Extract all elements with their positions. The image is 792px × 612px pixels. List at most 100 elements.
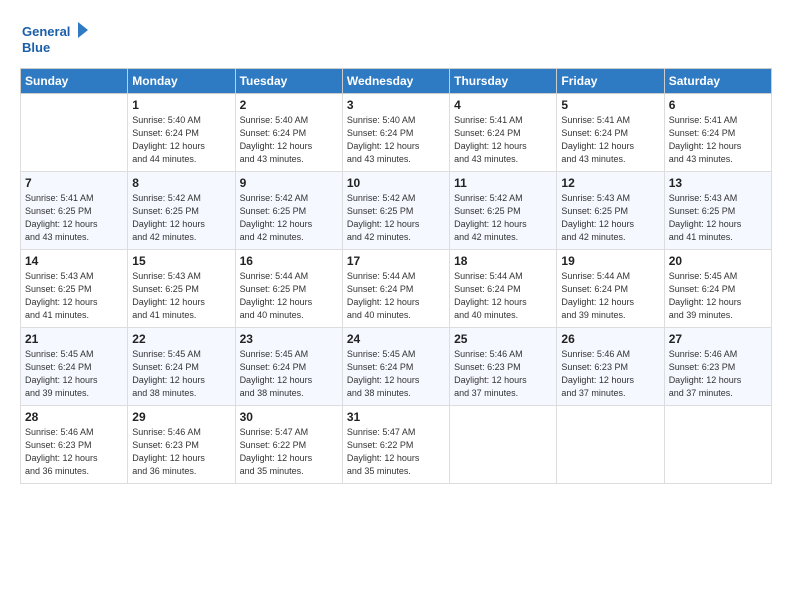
day-number: 4 [454,98,552,112]
day-info: Sunrise: 5:46 AM Sunset: 6:23 PM Dayligh… [132,426,230,478]
calendar-cell: 31Sunrise: 5:47 AM Sunset: 6:22 PM Dayli… [342,406,449,484]
calendar-cell: 23Sunrise: 5:45 AM Sunset: 6:24 PM Dayli… [235,328,342,406]
weekday-header: Monday [128,69,235,94]
day-info: Sunrise: 5:41 AM Sunset: 6:25 PM Dayligh… [25,192,123,244]
calendar-cell: 11Sunrise: 5:42 AM Sunset: 6:25 PM Dayli… [450,172,557,250]
svg-text:Blue: Blue [22,40,50,55]
weekday-header: Tuesday [235,69,342,94]
weekday-header: Friday [557,69,664,94]
day-number: 18 [454,254,552,268]
calendar-cell [21,94,128,172]
day-number: 16 [240,254,338,268]
weekday-header: Wednesday [342,69,449,94]
day-info: Sunrise: 5:47 AM Sunset: 6:22 PM Dayligh… [347,426,445,478]
day-info: Sunrise: 5:41 AM Sunset: 6:24 PM Dayligh… [669,114,767,166]
day-number: 2 [240,98,338,112]
weekday-header: Thursday [450,69,557,94]
day-info: Sunrise: 5:44 AM Sunset: 6:24 PM Dayligh… [561,270,659,322]
calendar-cell: 18 Sunrise: 5:44 AM Sunset: 6:24 PM Dayli… [450,250,557,328]
day-info: Sunrise: 5:46 AM Sunset: 6:23 PM Dayligh… [669,348,767,400]
day-info: Sunrise: 5:45 AM Sunset: 6:24 PM Dayligh… [669,270,767,322]
calendar-cell: 9 Sunrise: 5:42 AM Sunset: 6:25 PM Daylig… [235,172,342,250]
day-number: 29 [132,410,230,424]
day-info: Sunrise: 5:40 AM Sunset: 6:24 PM Dayligh… [347,114,445,166]
calendar-cell: 10 Sunrise: 5:42 AM Sunset: 6:25 PM Dayli… [342,172,449,250]
calendar-week-row: 14 Sunrise: 5:43 AM Sunset: 6:25 PM Dayli… [21,250,772,328]
calendar-cell: 24 Sunrise: 5:45 AM Sunset: 6:24 PM Dayli… [342,328,449,406]
day-number: 17 [347,254,445,268]
day-number: 19 [561,254,659,268]
calendar-cell: 2 Sunrise: 5:40 AM Sunset: 6:24 PM Daylig… [235,94,342,172]
calendar-cell: 20 Sunrise: 5:45 AM Sunset: 6:24 PM Dayli… [664,250,771,328]
day-number: 20 [669,254,767,268]
day-info: Sunrise: 5:42 AM Sunset: 6:25 PM Dayligh… [454,192,552,244]
day-number: 15 [132,254,230,268]
day-info: Sunrise: 5:41 AM Sunset: 6:24 PM Dayligh… [454,114,552,166]
calendar-cell [450,406,557,484]
day-number: 22 [132,332,230,346]
calendar-table: SundayMondayTuesdayWednesdayThursdayFrid… [20,68,772,484]
day-info: Sunrise: 5:43 AM Sunset: 6:25 PM Dayligh… [561,192,659,244]
weekday-header: Sunday [21,69,128,94]
calendar-cell: 12 Sunrise: 5:43 AM Sunset: 6:25 PM Dayli… [557,172,664,250]
calendar-header-row: SundayMondayTuesdayWednesdayThursdayFrid… [21,69,772,94]
day-info: Sunrise: 5:40 AM Sunset: 6:24 PM Dayligh… [240,114,338,166]
calendar-cell: 26Sunrise: 5:46 AM Sunset: 6:23 PM Dayli… [557,328,664,406]
day-number: 21 [25,332,123,346]
day-number: 23 [240,332,338,346]
day-number: 8 [132,176,230,190]
svg-text:General: General [22,24,70,39]
day-info: Sunrise: 5:42 AM Sunset: 6:25 PM Dayligh… [132,192,230,244]
calendar-cell: 7 Sunrise: 5:41 AM Sunset: 6:25 PM Daylig… [21,172,128,250]
calendar-cell: 1 Sunrise: 5:40 AM Sunset: 6:24 PM Daylig… [128,94,235,172]
day-info: Sunrise: 5:45 AM Sunset: 6:24 PM Dayligh… [132,348,230,400]
day-info: Sunrise: 5:43 AM Sunset: 6:25 PM Dayligh… [132,270,230,322]
calendar-cell: 6 Sunrise: 5:41 AM Sunset: 6:24 PM Daylig… [664,94,771,172]
day-number: 7 [25,176,123,190]
day-info: Sunrise: 5:47 AM Sunset: 6:22 PM Dayligh… [240,426,338,478]
calendar-cell: 13 Sunrise: 5:43 AM Sunset: 6:25 PM Dayli… [664,172,771,250]
calendar-cell: 8 Sunrise: 5:42 AM Sunset: 6:25 PM Daylig… [128,172,235,250]
day-info: Sunrise: 5:42 AM Sunset: 6:25 PM Dayligh… [240,192,338,244]
calendar-cell: 22 Sunrise: 5:45 AM Sunset: 6:24 PM Dayli… [128,328,235,406]
calendar-cell: 30 Sunrise: 5:47 AM Sunset: 6:22 PM Dayli… [235,406,342,484]
calendar-cell: 14 Sunrise: 5:43 AM Sunset: 6:25 PM Dayli… [21,250,128,328]
weekday-header: Saturday [664,69,771,94]
calendar-week-row: 7 Sunrise: 5:41 AM Sunset: 6:25 PM Daylig… [21,172,772,250]
day-info: Sunrise: 5:45 AM Sunset: 6:24 PM Dayligh… [347,348,445,400]
day-number: 27 [669,332,767,346]
calendar-week-row: 28 Sunrise: 5:46 AM Sunset: 6:23 PM Dayli… [21,406,772,484]
day-number: 13 [669,176,767,190]
calendar-cell: 5Sunrise: 5:41 AM Sunset: 6:24 PM Daylig… [557,94,664,172]
day-number: 12 [561,176,659,190]
day-info: Sunrise: 5:42 AM Sunset: 6:25 PM Dayligh… [347,192,445,244]
day-info: Sunrise: 5:44 AM Sunset: 6:24 PM Dayligh… [347,270,445,322]
calendar-week-row: 1 Sunrise: 5:40 AM Sunset: 6:24 PM Daylig… [21,94,772,172]
calendar-cell: 27 Sunrise: 5:46 AM Sunset: 6:23 PM Dayli… [664,328,771,406]
day-info: Sunrise: 5:45 AM Sunset: 6:24 PM Dayligh… [25,348,123,400]
day-number: 1 [132,98,230,112]
day-number: 30 [240,410,338,424]
calendar-cell: 15 Sunrise: 5:43 AM Sunset: 6:25 PM Dayli… [128,250,235,328]
day-info: Sunrise: 5:43 AM Sunset: 6:25 PM Dayligh… [25,270,123,322]
day-info: Sunrise: 5:44 AM Sunset: 6:25 PM Dayligh… [240,270,338,322]
calendar-cell: 28 Sunrise: 5:46 AM Sunset: 6:23 PM Dayli… [21,406,128,484]
calendar-cell: 29 Sunrise: 5:46 AM Sunset: 6:23 PM Dayli… [128,406,235,484]
day-number: 6 [669,98,767,112]
day-number: 25 [454,332,552,346]
day-info: Sunrise: 5:40 AM Sunset: 6:24 PM Dayligh… [132,114,230,166]
day-info: Sunrise: 5:46 AM Sunset: 6:23 PM Dayligh… [25,426,123,478]
calendar-cell: 17 Sunrise: 5:44 AM Sunset: 6:24 PM Dayli… [342,250,449,328]
day-number: 24 [347,332,445,346]
day-number: 10 [347,176,445,190]
logo-svg: General Blue [20,18,90,58]
day-number: 28 [25,410,123,424]
day-number: 14 [25,254,123,268]
day-number: 26 [561,332,659,346]
day-info: Sunrise: 5:46 AM Sunset: 6:23 PM Dayligh… [454,348,552,400]
calendar-cell: 19 Sunrise: 5:44 AM Sunset: 6:24 PM Dayli… [557,250,664,328]
day-info: Sunrise: 5:43 AM Sunset: 6:25 PM Dayligh… [669,192,767,244]
day-info: Sunrise: 5:44 AM Sunset: 6:24 PM Dayligh… [454,270,552,322]
day-number: 9 [240,176,338,190]
page-header: General Blue [20,18,772,58]
